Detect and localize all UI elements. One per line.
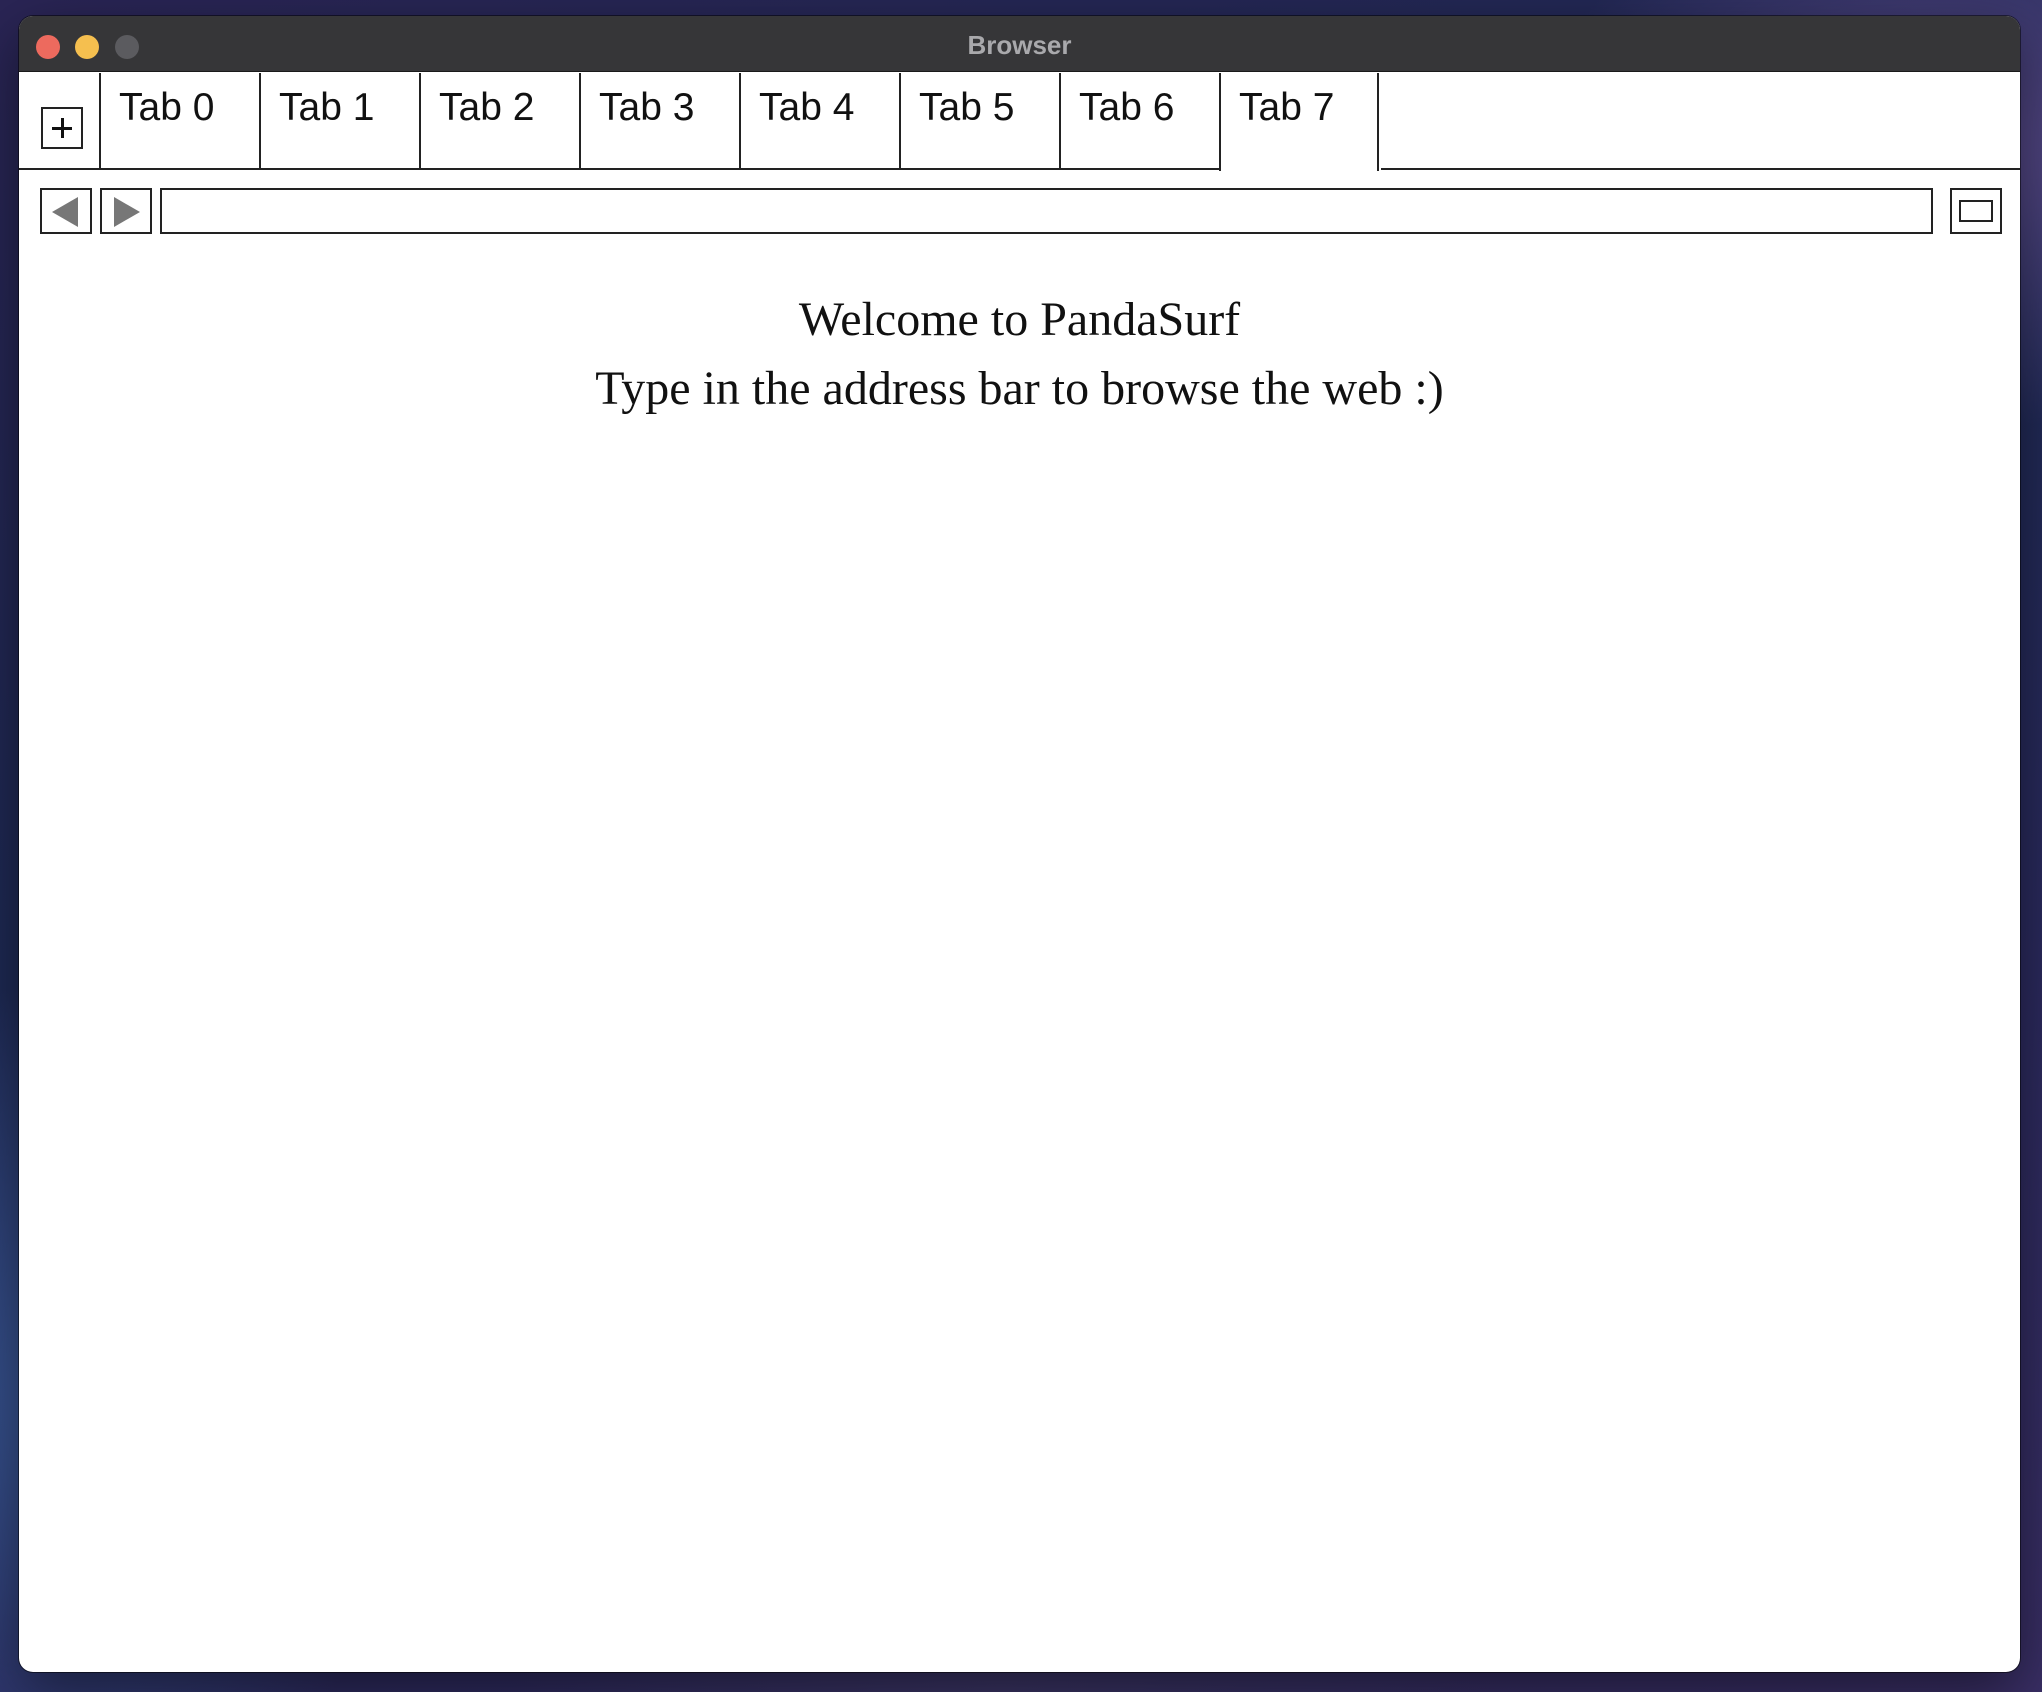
tab-label: Tab 7 bbox=[1239, 86, 1335, 129]
tab-label: Tab 3 bbox=[599, 86, 695, 129]
tab-label: Tab 2 bbox=[439, 86, 535, 129]
tab-label: Tab 0 bbox=[119, 86, 215, 129]
tab-bar: Tab 0 Tab 1 Tab 2 Tab 3 Tab 4 Tab 5 Tab … bbox=[19, 73, 2020, 171]
tab-0[interactable]: Tab 0 bbox=[99, 73, 259, 169]
window-title: Browser bbox=[967, 30, 1072, 60]
browser-window: Browser Tab 0 Tab 1 Tab 2 Tab 3 Tab 4 Ta… bbox=[19, 16, 2020, 1672]
tab-bar-divider bbox=[1381, 168, 2020, 170]
address-bar[interactable] bbox=[160, 188, 1933, 234]
new-tab-button[interactable] bbox=[41, 107, 83, 149]
forward-button[interactable] bbox=[100, 188, 152, 234]
welcome-heading: Welcome to PandaSurf bbox=[798, 293, 1241, 346]
fullscreen-button[interactable] bbox=[1950, 188, 2002, 234]
tab-5[interactable]: Tab 5 bbox=[899, 73, 1059, 169]
tab-bar-divider bbox=[19, 168, 1219, 170]
tab-3[interactable]: Tab 3 bbox=[579, 73, 739, 169]
forward-arrow-icon bbox=[114, 197, 140, 227]
fullscreen-icon bbox=[1959, 200, 1993, 222]
tab-6[interactable]: Tab 6 bbox=[1059, 73, 1219, 169]
back-button[interactable] bbox=[40, 188, 92, 234]
tab-label: Tab 1 bbox=[279, 86, 375, 129]
tab-label: Tab 4 bbox=[759, 86, 855, 129]
tab-4[interactable]: Tab 4 bbox=[739, 73, 899, 169]
tab-1[interactable]: Tab 1 bbox=[259, 73, 419, 169]
instructions-text: Type in the address bar to browse the we… bbox=[595, 362, 1444, 415]
tab-label: Tab 6 bbox=[1079, 86, 1175, 129]
tab-7[interactable]: Tab 7 bbox=[1219, 73, 1379, 171]
title-bar[interactable]: Browser bbox=[19, 16, 2020, 72]
back-arrow-icon bbox=[52, 197, 78, 227]
tab-label: Tab 5 bbox=[919, 86, 1015, 129]
tab-2[interactable]: Tab 2 bbox=[419, 73, 579, 169]
